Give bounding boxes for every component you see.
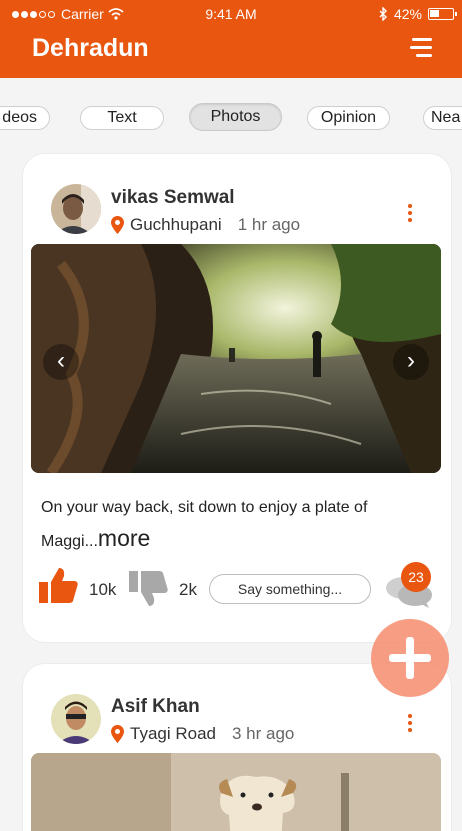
app-header: Carrier 9:41 AM 42% Dehradun <box>0 0 462 78</box>
chevron-right-icon[interactable]: › <box>393 344 429 380</box>
status-bar: Carrier 9:41 AM 42% <box>0 0 462 30</box>
vertical-dots-icon[interactable] <box>407 714 413 734</box>
post-location: Guchhupani <box>130 215 222 234</box>
post-time: 1 hr ago <box>237 215 301 234</box>
tab-videos[interactable]: deos <box>0 106 50 130</box>
tab-photos[interactable]: Photos <box>189 103 282 131</box>
comment-input[interactable]: Say something... <box>209 574 371 604</box>
avatar[interactable] <box>51 694 101 744</box>
post-author[interactable]: vikas Semwal <box>111 187 235 209</box>
thumbs-down-icon[interactable] <box>129 570 169 608</box>
like-count: 10k <box>89 580 117 599</box>
post-author[interactable]: Asif Khan <box>111 696 200 718</box>
thumbs-up-icon[interactable] <box>39 566 79 604</box>
tab-nearby[interactable]: Nea <box>423 106 462 130</box>
battery-icon <box>428 8 457 20</box>
page-title: Dehradun <box>32 34 149 62</box>
avatar[interactable] <box>51 184 101 234</box>
post-caption: On your way back, sit down to enjoy a pl… <box>41 499 368 551</box>
post-photo[interactable] <box>31 753 441 831</box>
category-tabs: deos Text Photos Opinion Nea <box>0 100 462 136</box>
dislike-count: 2k <box>179 580 197 599</box>
map-pin-icon <box>111 216 124 234</box>
tab-text[interactable]: Text <box>80 106 164 130</box>
comment-count-badge: 23 <box>401 562 431 592</box>
more-link[interactable]: more <box>98 525 150 551</box>
post-actions: 10k 2k Say something... 23 <box>39 562 439 608</box>
bluetooth-icon <box>379 7 387 21</box>
add-post-button[interactable] <box>371 619 449 697</box>
post-time: 3 hr ago <box>232 724 295 743</box>
post-location: Tyagi Road <box>130 724 216 743</box>
tab-opinion[interactable]: Opinion <box>307 106 390 130</box>
map-pin-icon <box>111 725 124 743</box>
vertical-dots-icon[interactable] <box>407 204 413 224</box>
chevron-left-icon[interactable]: ‹ <box>43 344 79 380</box>
hamburger-icon[interactable] <box>406 38 432 62</box>
battery-percent: 42% <box>393 6 422 22</box>
post-card: vikas Semwal Guchhupani 1 hr ago ‹ › On … <box>23 154 451 642</box>
post-photo[interactable]: ‹ › <box>31 244 441 473</box>
